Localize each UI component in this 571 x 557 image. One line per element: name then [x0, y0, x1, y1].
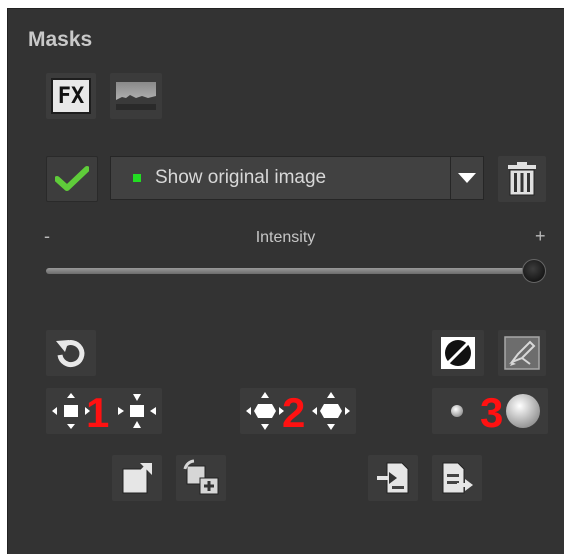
fx-icon: FX: [51, 78, 91, 114]
delete-mask-button[interactable]: [498, 156, 546, 202]
chevron-down-icon: [458, 173, 476, 183]
group-2-label: 2: [282, 389, 306, 436]
panel-title: Masks: [28, 28, 93, 51]
active-indicator: [133, 174, 141, 182]
save-file-icon: [442, 462, 473, 494]
brush-icon: [504, 336, 540, 370]
import-file-button[interactable]: [368, 455, 418, 501]
import-file-icon: [377, 462, 409, 494]
export-mask-button[interactable]: [112, 455, 162, 501]
intensity-max-label: +: [535, 226, 546, 246]
invert-mask-button[interactable]: [432, 330, 484, 376]
mask-mode-dropdown[interactable]: Show original image: [110, 156, 484, 200]
fx-label: FX: [57, 83, 85, 109]
group-3-label: 3: [480, 389, 504, 436]
add-mask-button[interactable]: [176, 455, 226, 501]
fx-button[interactable]: FX: [46, 73, 96, 119]
checkmark-icon: [55, 166, 89, 191]
dropdown-selected-value: Show original image: [155, 167, 327, 188]
confirm-mask-button[interactable]: [46, 156, 98, 202]
save-file-button[interactable]: [432, 455, 482, 501]
intensity-label: Intensity: [255, 229, 316, 246]
group-1-label: 1: [86, 389, 110, 436]
intensity-slider-track[interactable]: [46, 268, 534, 274]
brush-tool-button[interactable]: [498, 330, 546, 376]
dropdown-toggle[interactable]: [450, 157, 483, 199]
add-mask-icon: [183, 459, 219, 495]
landscape-thumbnail-icon: [116, 82, 156, 110]
undo-icon: [56, 340, 85, 368]
trash-icon: [508, 162, 536, 196]
export-mask-icon: [122, 463, 152, 494]
reset-mask-button[interactable]: [46, 330, 96, 376]
image-mask-button[interactable]: [110, 73, 162, 119]
intensity-slider-handle[interactable]: [522, 259, 546, 283]
invert-mask-icon: [441, 337, 475, 369]
